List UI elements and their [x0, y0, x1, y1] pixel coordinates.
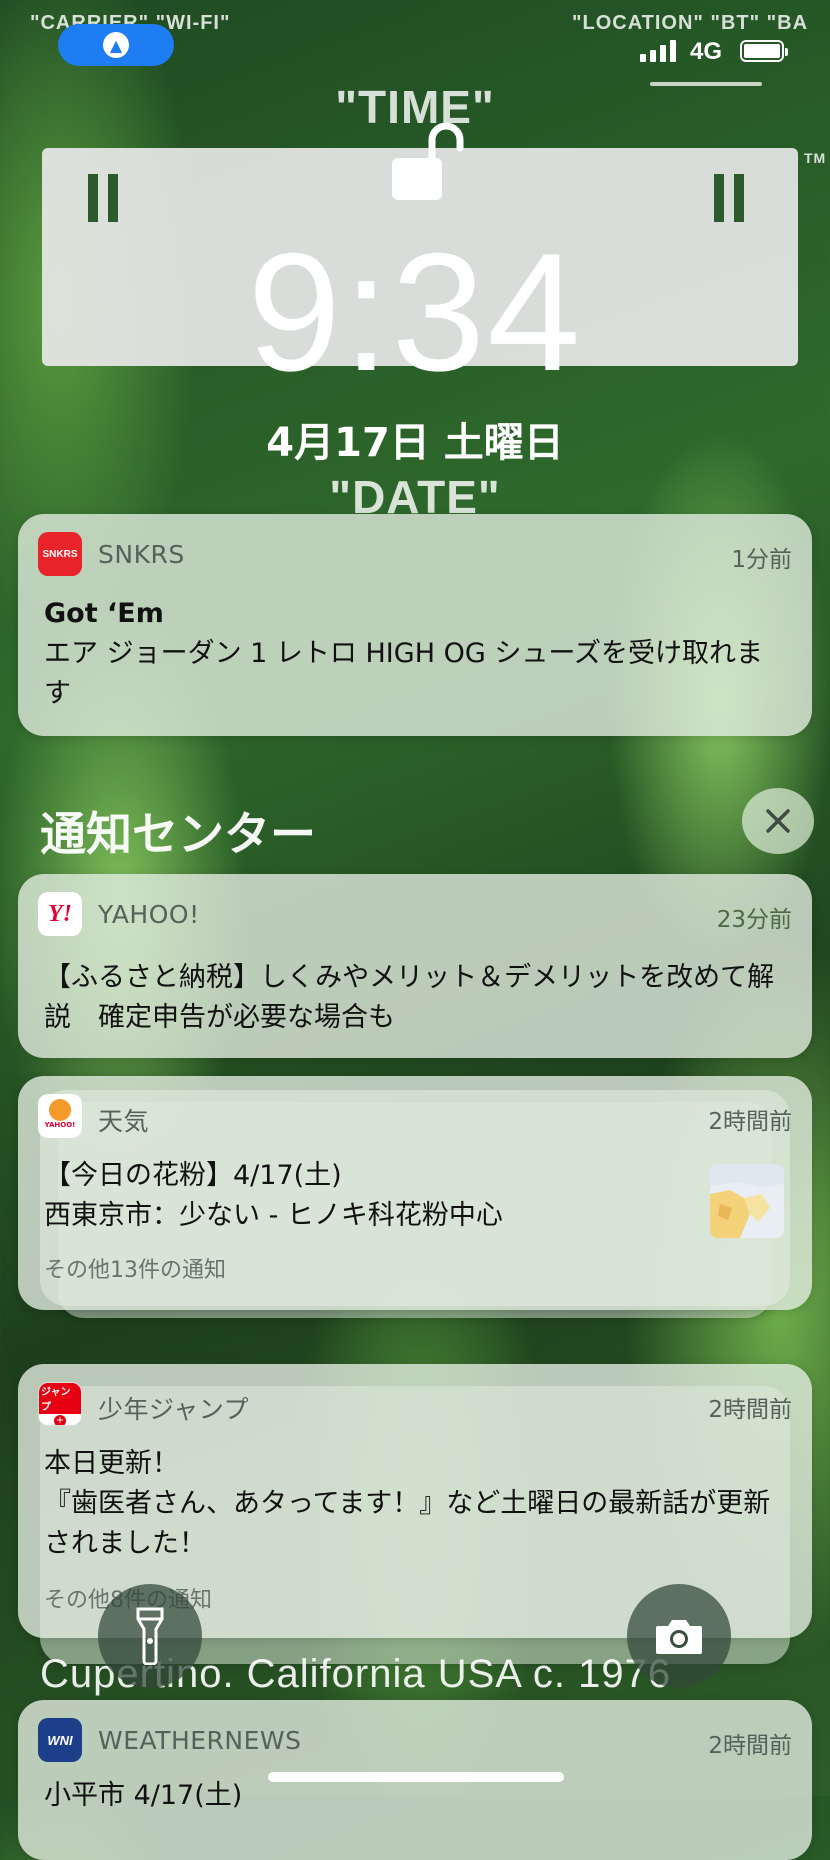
notification-time: 2時間前 [708, 1733, 792, 1759]
camera-button[interactable] [627, 1584, 731, 1688]
close-icon [766, 809, 790, 833]
overlay-bt: "BT" [710, 12, 761, 34]
navigation-arrow-icon: ▲ [103, 32, 129, 58]
weathernews-app-icon: WNI [38, 1718, 82, 1762]
overlay-location-bt: "LOCATION" "BT" "BA [572, 12, 808, 35]
flashlight-icon [136, 1607, 164, 1665]
notification-content: 本日更新！ 『歯医者さん、あタってます！』など土曜日の最新話が更新されました！ [44, 1444, 786, 1564]
notification-app-name: WEATHERNEWS [98, 1726, 302, 1755]
unlocked-padlock-icon [390, 118, 464, 208]
frame-mark-left-1 [88, 174, 98, 222]
pollen-map-thumbnail [710, 1164, 784, 1238]
notification-line: 【今日の花粉】4/17(土) [44, 1160, 342, 1191]
frame-mark-right-1 [714, 174, 724, 222]
weather-app-icon: YAHOO! [38, 1094, 82, 1138]
home-indicator[interactable] [268, 1772, 564, 1782]
notification-app-name: 天気 [98, 1107, 150, 1136]
network-type: 4G [690, 38, 723, 65]
navigation-pill[interactable]: ▲ [58, 24, 174, 66]
notification-body: 『歯医者さん、あタってます！』など土曜日の最新話が更新されました！ [44, 1488, 771, 1559]
frame-mark-right-2 [734, 174, 744, 222]
notification-yahoo[interactable]: Y! YAHOO! 23分前 【ふるさと納税】しくみやメリット＆デメリットを改め… [18, 874, 812, 1058]
notification-time: 1分前 [731, 547, 792, 573]
signal-bars-icon [640, 40, 676, 62]
overlay-ba: "BA [766, 12, 809, 34]
notification-time: 23分前 [716, 907, 792, 933]
notification-app-name: 少年ジャンプ [98, 1395, 250, 1424]
more-notifications-text: その他13件の通知 [44, 1258, 226, 1283]
clear-notifications-button[interactable] [742, 788, 814, 854]
overlay-tm: TM [804, 150, 827, 166]
overlay-location: "LOCATION" [572, 12, 704, 34]
notification-body: 小平市 4/17(土) [44, 1780, 243, 1811]
notification-title: 本日更新！ [44, 1448, 179, 1479]
battery-icon [740, 40, 788, 62]
frame-mark-left-2 [108, 174, 118, 222]
yahoo-app-icon: Y! [38, 892, 82, 936]
lock-screen-date: 4月17日 土曜日 [266, 420, 564, 466]
notification-title: Got ‘Em [44, 598, 164, 629]
flashlight-button[interactable] [98, 1584, 202, 1688]
notification-body: エア ジョーダン 1 レトロ HIGH OG シューズを受け取れます [44, 638, 763, 709]
notification-time: 2時間前 [708, 1109, 792, 1135]
snkrs-app-icon: SNKRS [38, 532, 82, 576]
notification-content: Got ‘Em エア ジョーダン 1 レトロ HIGH OG シューズを受け取れ… [44, 594, 786, 714]
notification-weather[interactable]: YAHOO! 天気 2時間前 【今日の花粉】4/17(土) 西東京市：少ない -… [18, 1076, 812, 1310]
notification-time: 2時間前 [708, 1397, 792, 1423]
jump-app-icon: ジャンプ + [38, 1382, 82, 1426]
lock-screen-clock: 9:34 [247, 218, 583, 406]
notification-app-name: YAHOO! [98, 900, 200, 929]
notification-body: 【ふるさと納税】しくみやメリット＆デメリットを改めて解説 確定申告が必要な場合も [44, 962, 775, 1033]
notification-content: 【今日の花粉】4/17(土) 西東京市：少ない - ヒノキ科花粉中心 [44, 1156, 672, 1236]
notification-center-title: 通知センター [40, 807, 316, 861]
camera-icon [656, 1620, 702, 1654]
notification-snkrs[interactable]: SNKRS SNKRS 1分前 Got ‘Em エア ジョーダン 1 レトロ H… [18, 514, 812, 736]
notification-line: 西東京市：少ない - ヒノキ科花粉中心 [44, 1200, 503, 1231]
notification-app-name: SNKRS [98, 540, 185, 569]
